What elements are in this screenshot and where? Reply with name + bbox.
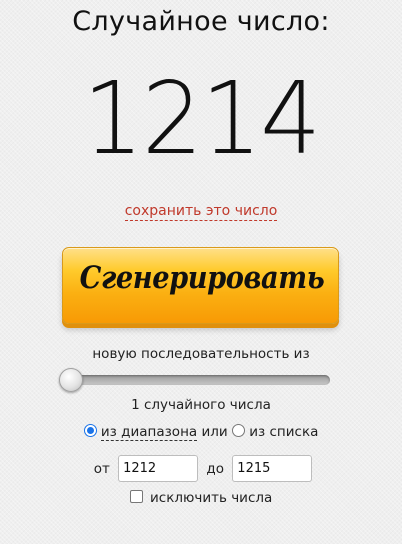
page-title: Случайное число: <box>72 6 330 37</box>
to-input[interactable] <box>232 455 313 482</box>
sequence-label: новую последовательность из <box>92 346 310 362</box>
save-number-link-wrapper: сохранить это число <box>0 203 402 221</box>
mode-selector: из диапазона или из списка <box>0 424 402 441</box>
from-label: от <box>93 460 110 477</box>
range-inputs: от до <box>0 455 402 482</box>
count-label: 1 случайного числа <box>131 397 271 413</box>
range-mode-radio[interactable] <box>83 424 97 437</box>
save-number-link[interactable]: сохранить это число <box>124 203 278 221</box>
list-mode-label[interactable]: из списка <box>249 424 318 440</box>
generate-button[interactable]: Сгенерировать <box>62 247 339 324</box>
random-number-display: 1214 <box>82 60 322 177</box>
exclude-option: исключить числа <box>0 490 402 506</box>
generate-button-label: Сгенерировать <box>79 260 325 296</box>
count-slider-track[interactable] <box>64 375 330 385</box>
to-label: до <box>206 460 224 477</box>
exclude-checkbox[interactable] <box>129 490 143 503</box>
count-slider-thumb[interactable] <box>59 368 83 392</box>
or-text: или <box>201 424 228 440</box>
exclude-label[interactable]: исключить числа <box>150 490 272 506</box>
range-mode-label[interactable]: из диапазона <box>100 424 198 441</box>
list-mode-radio[interactable] <box>231 424 245 437</box>
from-input[interactable] <box>118 455 199 482</box>
